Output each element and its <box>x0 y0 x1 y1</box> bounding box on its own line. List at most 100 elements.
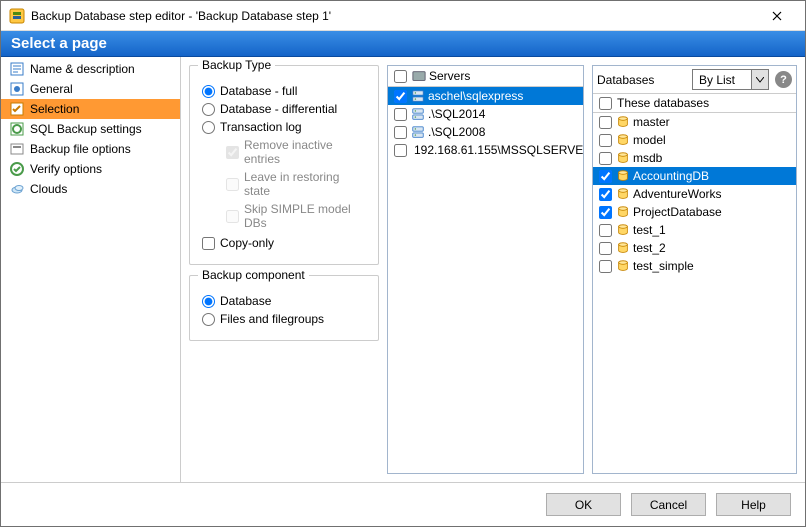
databases-subheader: These databases <box>593 94 796 113</box>
server-checkbox[interactable] <box>394 144 407 157</box>
sidebar-icon <box>9 161 25 177</box>
dropdown-text: By List <box>693 73 751 87</box>
sidebar-item-selection[interactable]: Selection <box>1 99 180 119</box>
database-icon <box>616 259 630 273</box>
check-remove-inactive: Remove inactive entries <box>224 138 368 166</box>
database-row[interactable]: test_2 <box>593 239 796 257</box>
database-row[interactable]: test_simple <box>593 257 796 275</box>
database-checkbox[interactable] <box>599 188 612 201</box>
server-label: .\SQL2008 <box>428 125 485 139</box>
help-icon[interactable]: ? <box>775 71 792 88</box>
servers-checkall[interactable] <box>394 70 407 83</box>
database-label: ProjectDatabase <box>633 205 722 219</box>
app-icon <box>9 8 25 24</box>
servers-panel: Servers aschel\sqlexpress .\SQL2014 .\SQL2… <box>387 65 584 474</box>
check-leave-restoring: Leave in restoring state <box>224 170 368 198</box>
database-icon <box>616 205 630 219</box>
radio-component-db[interactable]: Database <box>200 294 368 308</box>
database-checkbox[interactable] <box>599 152 612 165</box>
sidebar-item-label: Verify options <box>30 162 102 176</box>
chevron-down-icon[interactable] <box>751 70 768 89</box>
databases-checkall[interactable] <box>599 97 612 110</box>
database-checkbox[interactable] <box>599 260 612 273</box>
databases-mode-dropdown[interactable]: By List <box>692 69 769 90</box>
database-row[interactable]: AdventureWorks <box>593 185 796 203</box>
database-row[interactable]: model <box>593 131 796 149</box>
server-row[interactable]: 192.168.61.155\MSSQLSERVER <box>388 141 583 159</box>
database-checkbox[interactable] <box>599 224 612 237</box>
server-label: aschel\sqlexpress <box>428 89 523 103</box>
sidebar: Name & description General Selection SQL Ba… <box>1 57 181 482</box>
sidebar-item-label: Clouds <box>30 182 67 196</box>
sidebar-item-verify-options[interactable]: Verify options <box>1 159 180 179</box>
sidebar-item-label: Backup file options <box>30 142 131 156</box>
database-row[interactable]: msdb <box>593 149 796 167</box>
servers-header: Servers <box>388 66 583 87</box>
sidebar-icon <box>9 181 25 197</box>
databases-panel: Databases By List ? These databases mast… <box>592 65 797 474</box>
sidebar-item-clouds[interactable]: Clouds <box>1 179 180 199</box>
server-row[interactable]: aschel\sqlexpress <box>388 87 583 105</box>
sidebar-item-general[interactable]: General <box>1 79 180 99</box>
servers-header-label: Servers <box>429 69 470 83</box>
database-label: test_simple <box>633 259 694 273</box>
database-icon <box>616 187 630 201</box>
databases-list: master model msdb AccountingDB AdventureWork… <box>593 113 796 473</box>
database-checkbox[interactable] <box>599 206 612 219</box>
sidebar-item-label: Name & description <box>30 62 135 76</box>
sidebar-icon <box>9 121 25 137</box>
radio-db-full[interactable]: Database - full <box>200 84 368 98</box>
sidebar-item-backup-file-options[interactable]: Backup file options <box>1 139 180 159</box>
server-icon <box>411 89 425 103</box>
close-icon <box>772 11 782 21</box>
check-skip-simple: Skip SIMPLE model DBs <box>224 202 368 230</box>
database-row[interactable]: test_1 <box>593 221 796 239</box>
database-checkbox[interactable] <box>599 242 612 255</box>
database-icon <box>616 223 630 237</box>
database-label: AccountingDB <box>633 169 709 183</box>
sidebar-item-name-description[interactable]: Name & description <box>1 59 180 79</box>
sidebar-icon <box>9 81 25 97</box>
radio-tlog[interactable]: Transaction log <box>200 120 368 134</box>
window-title: Backup Database step editor - 'Backup Da… <box>31 9 757 23</box>
database-icon <box>616 115 630 129</box>
sidebar-item-label: SQL Backup settings <box>30 122 142 136</box>
servers-header-icon <box>412 69 426 83</box>
servers-list: aschel\sqlexpress .\SQL2014 .\SQL2008 192.1… <box>388 87 583 473</box>
database-icon <box>616 151 630 165</box>
check-copy-only[interactable]: Copy-only <box>200 236 368 250</box>
server-checkbox[interactable] <box>394 90 407 103</box>
database-checkbox[interactable] <box>599 116 612 129</box>
database-label: AdventureWorks <box>633 187 721 201</box>
database-checkbox[interactable] <box>599 170 612 183</box>
server-row[interactable]: .\SQL2014 <box>388 105 583 123</box>
radio-db-diff[interactable]: Database - differential <box>200 102 368 116</box>
database-label: model <box>633 133 666 147</box>
server-checkbox[interactable] <box>394 108 407 121</box>
server-label: .\SQL2014 <box>428 107 485 121</box>
database-label: test_2 <box>633 241 666 255</box>
help-button[interactable]: Help <box>716 493 791 516</box>
sidebar-icon <box>9 141 25 157</box>
database-row[interactable]: master <box>593 113 796 131</box>
backup-type-group: Backup Type Database - full Database - d… <box>189 65 379 265</box>
backup-component-title: Backup component <box>198 268 309 282</box>
database-row[interactable]: ProjectDatabase <box>593 203 796 221</box>
database-icon <box>616 241 630 255</box>
database-row[interactable]: AccountingDB <box>593 167 796 185</box>
close-button[interactable] <box>757 2 797 30</box>
sidebar-icon <box>9 101 25 117</box>
sidebar-icon <box>9 61 25 77</box>
backup-type-title: Backup Type <box>198 58 275 72</box>
cancel-button[interactable]: Cancel <box>631 493 706 516</box>
ok-button[interactable]: OK <box>546 493 621 516</box>
database-icon <box>616 169 630 183</box>
sidebar-item-label: Selection <box>30 102 79 116</box>
server-label: 192.168.61.155\MSSQLSERVER <box>414 143 583 157</box>
server-checkbox[interactable] <box>394 126 407 139</box>
server-row[interactable]: .\SQL2008 <box>388 123 583 141</box>
sidebar-item-sql-backup-settings[interactable]: SQL Backup settings <box>1 119 180 139</box>
radio-component-files[interactable]: Files and filegroups <box>200 312 368 326</box>
database-checkbox[interactable] <box>599 134 612 147</box>
page-select-header: Select a page <box>1 31 805 57</box>
